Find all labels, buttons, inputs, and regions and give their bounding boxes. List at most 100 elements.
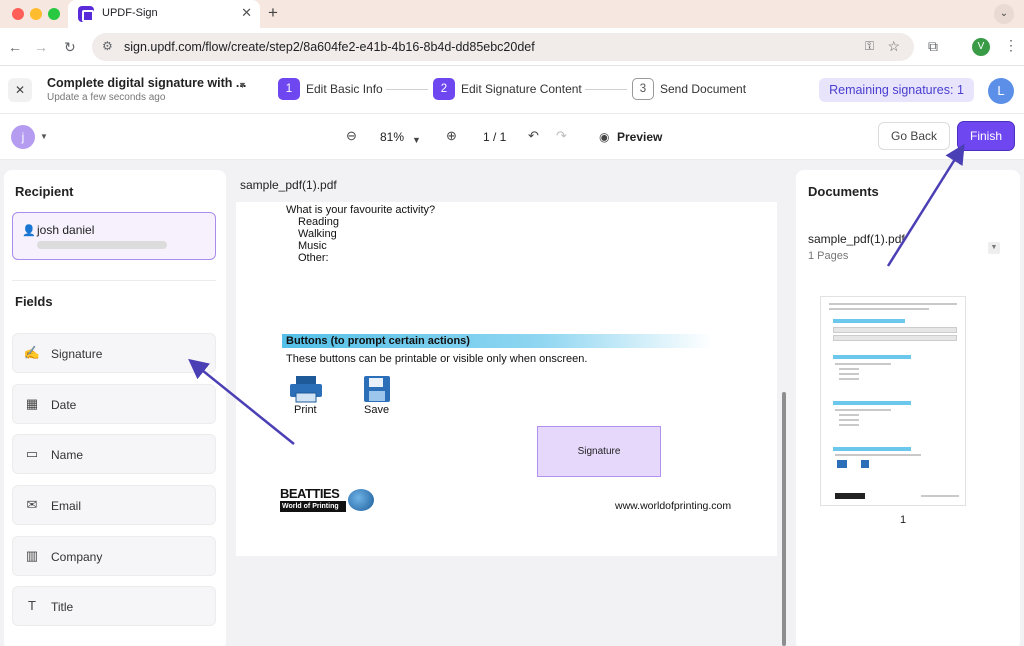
- thumb-text-line: [921, 495, 959, 497]
- print-button-label: Print: [294, 404, 317, 416]
- pdf-filename: sample_pdf(1).pdf: [240, 178, 337, 192]
- thumb-text-line: [835, 409, 891, 411]
- new-tab-button[interactable]: +: [268, 3, 278, 23]
- user-avatar[interactable]: L: [988, 78, 1014, 104]
- document-page-count: 1 Pages: [808, 250, 849, 262]
- field-signature-button[interactable]: ✍ Signature: [12, 333, 216, 373]
- thumb-text-line: [839, 378, 859, 380]
- field-label: Name: [51, 448, 84, 462]
- field-name-button[interactable]: ▭ Name: [12, 434, 216, 474]
- printer-icon[interactable]: [288, 374, 324, 404]
- building-icon: ▥: [25, 548, 39, 563]
- password-key-icon[interactable]: ⚿: [865, 39, 874, 54]
- back-arrow-icon[interactable]: ←: [8, 38, 22, 56]
- browser-menu-icon[interactable]: ⋮: [1004, 37, 1018, 54]
- reload-icon[interactable]: ↻: [64, 38, 76, 56]
- step-edit-basic-info[interactable]: 1 Edit Basic Info: [278, 78, 388, 100]
- go-back-button[interactable]: Go Back: [878, 122, 950, 150]
- person-icon: 👤: [22, 225, 36, 237]
- thumb-save-icon: [861, 460, 869, 468]
- logo-wordmark: BEATTIES: [280, 486, 340, 501]
- globe-icon: [348, 489, 374, 511]
- signature-icon: ✍: [23, 345, 41, 360]
- documents-heading: Documents: [808, 184, 879, 199]
- pdf-option: Music: [298, 240, 327, 252]
- pdf-section-description: These buttons can be printable or visibl…: [286, 353, 588, 365]
- url-omnibox[interactable]: ⚙ sign.updf.com/flow/create/step2/8a604f…: [92, 33, 914, 61]
- step-number: 2: [433, 78, 455, 100]
- recipient-chevron-down-icon[interactable]: ▼: [40, 132, 48, 141]
- bookmark-star-icon[interactable]: ☆: [887, 38, 900, 55]
- pdf-section-title: Buttons (to prompt certain actions): [286, 335, 470, 347]
- thumb-text-line: [839, 414, 859, 416]
- window-maximize-button[interactable]: [48, 8, 60, 20]
- main-workspace: Recipient 👤 josh daniel Fields ✍ Signatu…: [0, 160, 1024, 646]
- field-date-button[interactable]: ▦ Date: [12, 384, 216, 424]
- field-label: Title: [51, 600, 74, 614]
- step-connector: [386, 89, 428, 90]
- field-label: Date: [51, 398, 77, 412]
- thumb-text-line: [839, 424, 859, 426]
- pdf-page[interactable]: What is your favourite activity? Reading…: [236, 202, 777, 556]
- field-email-button[interactable]: ✉ Email: [12, 485, 216, 525]
- panel-divider: [12, 280, 216, 281]
- field-label: Signature: [51, 347, 103, 361]
- title-chevron-down-icon[interactable]: ▼: [238, 80, 247, 90]
- zoom-out-icon[interactable]: ⊖: [346, 128, 357, 144]
- field-company-button[interactable]: ▥ Company: [12, 536, 216, 576]
- finish-button[interactable]: Finish: [958, 122, 1014, 150]
- undo-icon[interactable]: ↶: [528, 128, 539, 144]
- recipient-heading: Recipient: [15, 184, 74, 199]
- logo-tagline: World of Printing: [280, 501, 346, 512]
- forward-arrow-icon[interactable]: →: [34, 38, 48, 56]
- zoom-chevron-down-icon[interactable]: ▼: [412, 132, 421, 148]
- redo-icon[interactable]: ↷: [556, 128, 567, 144]
- thumb-section-bar: [833, 401, 911, 405]
- page-thumbnail[interactable]: [820, 296, 966, 506]
- recipient-switcher-avatar[interactable]: j: [11, 125, 35, 149]
- right-panel: Documents sample_pdf(1).pdf 1 Pages ▼ 1: [796, 170, 1020, 646]
- site-settings-icon[interactable]: ⚙: [102, 39, 113, 53]
- thumb-text-line: [835, 454, 921, 456]
- thumbnail-page-number: 1: [900, 514, 907, 526]
- document-chevron-down-icon[interactable]: ▼: [988, 242, 1000, 254]
- window-minimize-button[interactable]: [30, 8, 42, 20]
- extensions-puzzle-icon[interactable]: ⧉: [928, 38, 938, 55]
- browser-tab[interactable]: UPDF-Sign ✕: [68, 0, 260, 28]
- url-text[interactable]: sign.updf.com/flow/create/step2/8a604fe2…: [124, 40, 535, 54]
- zoom-level[interactable]: 81%: [380, 130, 404, 144]
- browser-profile-avatar[interactable]: V: [972, 38, 990, 56]
- app-header: ✕ Complete digital signature with ... Up…: [0, 66, 1024, 114]
- thumb-table: [833, 335, 957, 341]
- preview-button[interactable]: Preview: [617, 130, 662, 144]
- window-close-button[interactable]: [12, 8, 24, 20]
- left-panel: Recipient 👤 josh daniel Fields ✍ Signatu…: [4, 170, 226, 646]
- field-label: Company: [51, 550, 103, 564]
- zoom-in-icon[interactable]: ⊕: [446, 128, 457, 144]
- pdf-option: Reading: [298, 216, 339, 228]
- document-scrollbar[interactable]: [782, 392, 786, 646]
- floppy-save-icon[interactable]: [363, 375, 391, 403]
- eye-icon[interactable]: ◉: [599, 129, 609, 145]
- document-name[interactable]: sample_pdf(1).pdf: [808, 232, 905, 246]
- remaining-signatures-badge: Remaining signatures: 1: [819, 78, 974, 102]
- step-number: 3: [632, 78, 654, 100]
- step-send-document[interactable]: 3 Send Document: [632, 78, 748, 100]
- pdf-option: Other:: [298, 252, 329, 264]
- placed-signature-field[interactable]: Signature: [537, 426, 661, 477]
- tab-close-icon[interactable]: ✕: [241, 5, 252, 21]
- thumb-print-icon: [837, 460, 847, 468]
- step-edit-signature-content[interactable]: 2 Edit Signature Content: [433, 78, 582, 100]
- browser-tab-bar: UPDF-Sign ✕ + ⌄: [0, 0, 1024, 28]
- tab-search-chevron-icon[interactable]: ⌄: [994, 4, 1014, 24]
- thumb-text-line: [839, 419, 859, 421]
- step-label: Edit Signature Content: [461, 82, 582, 96]
- field-title-button[interactable]: T Title: [12, 586, 216, 626]
- document-title: Complete digital signature with ...: [47, 76, 247, 90]
- recipient-card[interactable]: 👤 josh daniel: [12, 212, 216, 260]
- thumb-table: [833, 327, 957, 333]
- close-flow-button[interactable]: ✕: [8, 78, 32, 102]
- calendar-icon: ▦: [25, 396, 39, 411]
- pdf-option: Walking: [298, 228, 337, 240]
- step-connector: [585, 89, 627, 90]
